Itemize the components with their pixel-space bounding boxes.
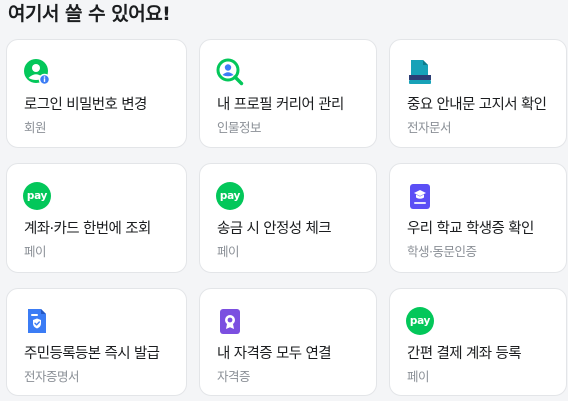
card-category: 페이 — [24, 244, 47, 259]
license-badge-icon — [216, 307, 244, 335]
student-id-icon — [406, 182, 434, 210]
card-label: 내 자격증 모두 연결 — [217, 346, 332, 362]
document-stack-icon — [406, 58, 434, 86]
card-category: 전자증명서 — [24, 369, 80, 384]
card-label: 계좌·카드 한번에 조회 — [24, 221, 151, 237]
card-category: 인물정보 — [217, 120, 262, 135]
card-category: 페이 — [217, 244, 240, 259]
user-info-icon — [23, 58, 51, 86]
card-account-card-lookup[interactable]: pay 계좌·카드 한번에 조회 페이 — [6, 163, 187, 273]
certificate-doc-icon — [23, 307, 51, 335]
card-category: 페이 — [407, 369, 430, 384]
pay-icon: pay — [406, 307, 434, 335]
card-connect-licenses[interactable]: 내 자격증 모두 연결 자격증 — [199, 288, 377, 396]
service-grid: 로그인 비밀번호 변경 회원 내 프로필 커리어 관리 인물정보 중요 안내문 … — [6, 39, 567, 396]
card-label: 내 프로필 커리어 관리 — [217, 97, 344, 113]
profile-search-icon — [216, 58, 244, 86]
card-easy-payment-account[interactable]: pay 간편 결제 계좌 등록 페이 — [389, 288, 567, 396]
card-category: 자격증 — [217, 369, 251, 384]
card-label: 주민등록등본 즉시 발급 — [24, 346, 160, 362]
card-label: 송금 시 안정성 체크 — [217, 221, 332, 237]
page-title: 여기서 쓸 수 있어요! — [8, 3, 171, 25]
card-change-password[interactable]: 로그인 비밀번호 변경 회원 — [6, 39, 187, 148]
pay-badge: pay — [23, 182, 51, 210]
card-label: 간편 결제 계좌 등록 — [407, 346, 522, 362]
card-important-notice[interactable]: 중요 안내문 고지서 확인 전자문서 — [389, 39, 567, 148]
card-student-id[interactable]: 우리 학교 학생증 확인 학생·동문인증 — [389, 163, 567, 273]
pay-badge: pay — [216, 182, 244, 210]
card-category: 전자문서 — [407, 120, 452, 135]
pay-icon: pay — [23, 182, 51, 210]
pay-badge: pay — [406, 307, 434, 335]
card-category: 학생·동문인증 — [407, 244, 477, 259]
card-transfer-safety-check[interactable]: pay 송금 시 안정성 체크 페이 — [199, 163, 377, 273]
card-profile-career[interactable]: 내 프로필 커리어 관리 인물정보 — [199, 39, 377, 148]
pay-icon: pay — [216, 182, 244, 210]
card-label: 로그인 비밀번호 변경 — [24, 97, 147, 113]
card-category: 회원 — [24, 120, 47, 135]
card-label: 중요 안내문 고지서 확인 — [407, 97, 547, 113]
card-label: 우리 학교 학생증 확인 — [407, 221, 534, 237]
card-resident-registration[interactable]: 주민등록등본 즉시 발급 전자증명서 — [6, 288, 187, 396]
